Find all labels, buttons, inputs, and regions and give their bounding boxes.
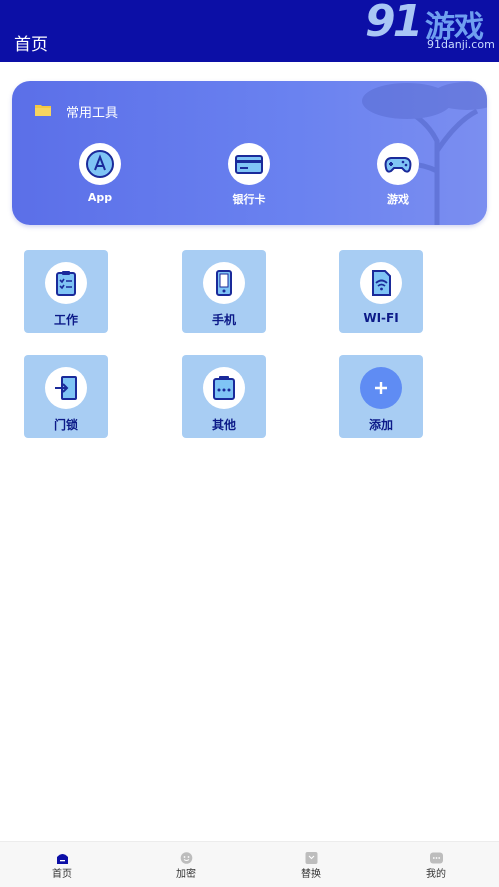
watermark-number: 91 bbox=[365, 0, 423, 47]
folder-icon bbox=[35, 105, 51, 116]
tile-label: WI-FI bbox=[363, 311, 399, 325]
nav-label: 加密 bbox=[176, 869, 196, 880]
tool-game[interactable]: 游戏 bbox=[358, 143, 438, 207]
page-title: 首页 bbox=[14, 35, 48, 55]
bottom-nav: 首页 加密 替换 我的 bbox=[0, 841, 499, 887]
nav-item-home[interactable]: 首页 bbox=[32, 852, 92, 880]
tool-label: App bbox=[87, 191, 113, 204]
clipboard-icon bbox=[56, 271, 76, 296]
nav-item-replace[interactable]: 替换 bbox=[281, 852, 341, 880]
tool-app[interactable]: App bbox=[60, 143, 140, 204]
app-store-icon bbox=[86, 150, 114, 178]
tools-title: 常用工具 bbox=[66, 106, 119, 121]
tile-work[interactable]: 工作 bbox=[24, 250, 108, 333]
door-lock-icon bbox=[55, 376, 77, 400]
gamepad-icon bbox=[384, 157, 412, 173]
nav-label: 我的 bbox=[426, 869, 446, 880]
tile-door-lock[interactable]: 门锁 bbox=[24, 355, 108, 438]
tile-label: 门锁 bbox=[53, 418, 78, 432]
tool-label: 游戏 bbox=[387, 193, 409, 206]
watermark-logo: 91 游戏 91danji.com bbox=[365, 0, 495, 52]
other-icon bbox=[213, 376, 235, 400]
common-tools-card: 常用工具 App 银行卡 游戏 bbox=[12, 81, 487, 225]
replace-icon bbox=[305, 852, 317, 864]
encrypt-icon bbox=[180, 852, 192, 864]
home-icon bbox=[56, 854, 68, 864]
tile-label: 添加 bbox=[368, 418, 393, 432]
nav-item-profile[interactable]: 我的 bbox=[406, 852, 466, 880]
profile-icon bbox=[429, 852, 443, 864]
app-bar: 首页 91 游戏 91danji.com bbox=[0, 0, 499, 62]
watermark-domain: 91danji.com bbox=[427, 38, 495, 51]
bank-card-icon bbox=[235, 155, 263, 174]
nav-label: 替换 bbox=[301, 869, 321, 880]
tile-label: 手机 bbox=[211, 313, 236, 327]
nav-item-encrypt[interactable]: 加密 bbox=[156, 852, 216, 880]
tile-add[interactable]: 添加 bbox=[339, 355, 423, 438]
phone-icon bbox=[216, 270, 232, 296]
tile-other[interactable]: 其他 bbox=[182, 355, 266, 438]
tile-label: 工作 bbox=[53, 313, 78, 327]
tool-label: 银行卡 bbox=[232, 193, 266, 206]
nav-label: 首页 bbox=[52, 869, 72, 880]
wifi-icon bbox=[372, 270, 391, 296]
plus-icon bbox=[375, 382, 387, 394]
tile-phone[interactable]: 手机 bbox=[182, 250, 266, 333]
tool-bank-card[interactable]: 银行卡 bbox=[209, 143, 289, 207]
tile-label: 其他 bbox=[211, 418, 236, 432]
tile-wifi[interactable]: WI-FI bbox=[339, 250, 423, 333]
